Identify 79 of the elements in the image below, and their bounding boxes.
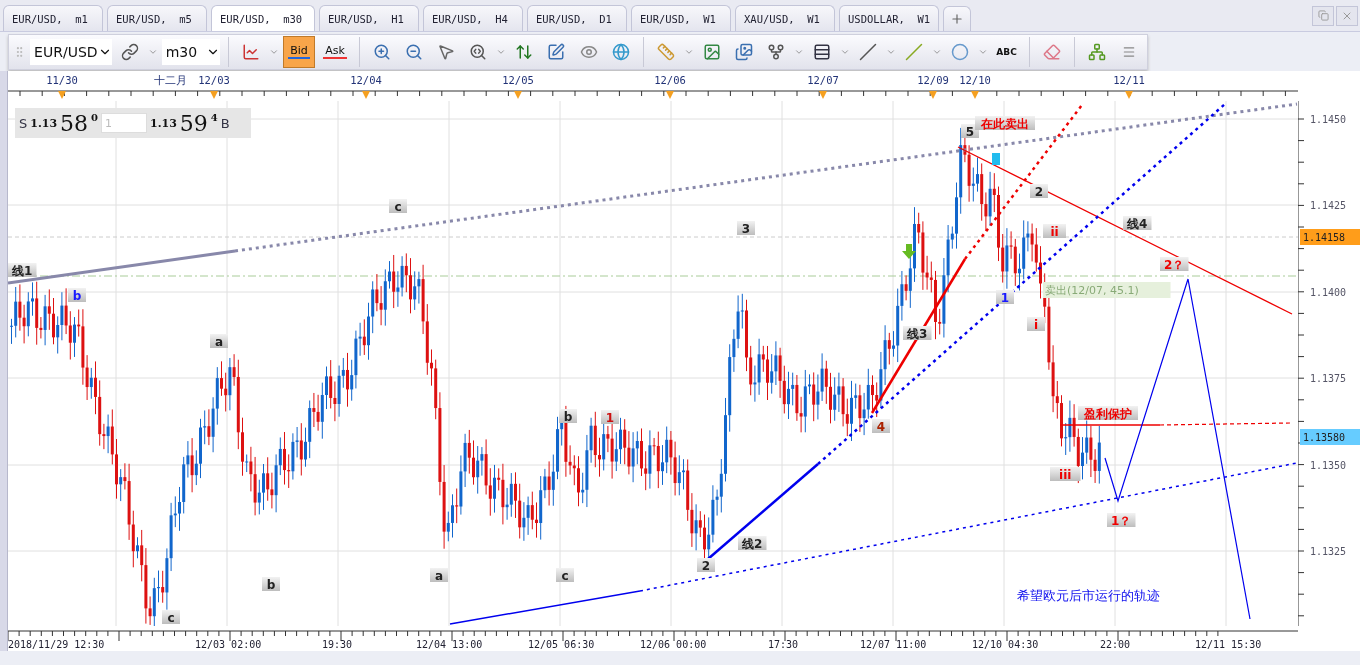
price-marker: 1.14158 xyxy=(1300,229,1360,245)
symbol-select[interactable]: EUR/USD xyxy=(30,38,112,65)
wave-label: 1 xyxy=(601,410,619,425)
date-label: 12/07 xyxy=(807,74,839,86)
wave-label: a xyxy=(430,568,448,583)
time-label: 12/11 15:30 xyxy=(1195,639,1262,650)
time-label: 19:30 xyxy=(322,639,353,650)
wave-label: 线1 xyxy=(8,263,37,278)
wave-label: c xyxy=(556,568,574,583)
wave-label: ii xyxy=(1043,224,1066,239)
time-label: 12/10 04:30 xyxy=(972,639,1039,650)
forecast-caption: 希望欧元后市运行的轨迹 xyxy=(1017,588,1160,603)
wave-label: 1？ xyxy=(1107,513,1136,528)
chart-tab[interactable]: EUR/USD, m1 xyxy=(3,5,103,31)
buy-fraction: 4 xyxy=(210,112,218,123)
price-label: 1.1400 xyxy=(1310,287,1347,298)
date-label: 12/03 xyxy=(198,74,230,86)
wave-label: 2 xyxy=(697,558,715,573)
wave-label: c xyxy=(389,199,407,214)
order-label: 卖出(12/07, 45.1) xyxy=(1043,282,1171,298)
time-label: 12/04 13:00 xyxy=(416,639,483,650)
date-label: 12/05 xyxy=(502,74,534,86)
wave-label: 线3 xyxy=(903,326,932,341)
wave-label: 线2 xyxy=(738,536,767,551)
wave-label: 盈利保护 xyxy=(1078,406,1138,421)
time-label: 2018/11/29 12:30 xyxy=(8,639,105,650)
wave-label: 2？ xyxy=(1160,257,1189,272)
time-label: 12/06 00:00 xyxy=(640,639,707,650)
wave-label: a xyxy=(210,334,228,349)
date-label: 十二月 xyxy=(153,74,187,86)
date-label: 11/30 xyxy=(46,74,78,86)
wave-label: 3 xyxy=(737,221,755,236)
price-label: 1.1375 xyxy=(1310,373,1347,384)
chart-tab[interactable]: EUR/USD, H4 xyxy=(423,5,523,31)
wave-label: 5 xyxy=(961,124,979,139)
wave-label: 线4 xyxy=(1123,216,1152,231)
price-label: 1.1450 xyxy=(1310,114,1347,125)
price-mode-toggle[interactable]: Bid xyxy=(283,35,315,68)
date-label: 12/10 xyxy=(959,74,991,86)
chart-tab[interactable]: EUR/USD, H1 xyxy=(319,5,419,31)
date-label: 12/09 xyxy=(917,74,949,86)
chart-tab[interactable]: XAU/USD, W1 xyxy=(735,5,835,31)
sell-big-figure: 1.13 xyxy=(30,116,58,130)
wave-label: 在此卖出 xyxy=(975,116,1035,131)
time-label: 12/05 06:30 xyxy=(528,639,595,650)
chart-tab[interactable]: EUR/USD, m5 xyxy=(107,5,207,31)
wave-label: 4 xyxy=(872,419,890,434)
timeframe-select[interactable]: m30 xyxy=(161,38,220,65)
buy-label: B xyxy=(220,115,230,131)
wave-label: 1 xyxy=(996,290,1014,305)
text-tool-button[interactable]: ABC xyxy=(992,36,1021,67)
date-label: 12/06 xyxy=(654,74,686,86)
price-label: 1.1425 xyxy=(1310,200,1347,211)
sell-fraction: 0 xyxy=(91,112,99,123)
price-label: 1.1350 xyxy=(1310,460,1347,471)
buy-pips: 59 xyxy=(179,110,208,136)
date-label: 12/04 xyxy=(350,74,382,86)
wave-label: c xyxy=(162,610,180,625)
price-marker: 1.13580 xyxy=(1300,429,1360,445)
time-label: 12/07 11:00 xyxy=(860,639,927,650)
sell-pips: 58 xyxy=(60,110,89,136)
chart-tab[interactable]: EUR/USD, m30 xyxy=(211,5,315,31)
sell-label: S xyxy=(19,115,28,131)
wave-label: 2 xyxy=(1030,184,1048,199)
wave-label: b xyxy=(262,577,280,592)
chart-tab[interactable]: EUR/USD, D1 xyxy=(527,5,627,31)
time-label: 22:00 xyxy=(1100,639,1131,650)
time-label: 12/03 02:00 xyxy=(195,639,262,650)
price-label: 1.1325 xyxy=(1310,546,1347,557)
wave-label: iii xyxy=(1050,467,1081,482)
wave-label: i xyxy=(1027,317,1045,332)
wave-label: b xyxy=(559,409,577,424)
wave-label: b xyxy=(68,288,86,303)
chart-tab[interactable]: USDOLLAR, W1 xyxy=(839,5,939,31)
date-label: 12/11 xyxy=(1113,74,1145,86)
buy-big-figure: 1.13 xyxy=(150,116,177,130)
chart-tab[interactable]: EUR/USD, W1 xyxy=(631,5,731,31)
time-label: 17:30 xyxy=(768,639,799,650)
price-mode-toggle[interactable]: Ask xyxy=(319,35,351,68)
